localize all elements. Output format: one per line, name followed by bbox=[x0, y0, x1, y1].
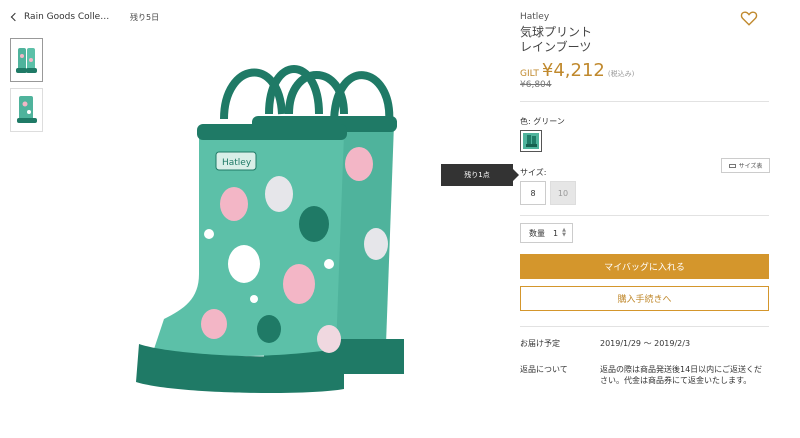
size-guide-label: サイズ表 bbox=[738, 163, 763, 170]
boots-side-thumbnail-icon bbox=[16, 96, 37, 123]
color-swatch-green[interactable] bbox=[520, 130, 542, 152]
thumbnail-1[interactable] bbox=[10, 38, 43, 82]
quantity-label: 数量 bbox=[529, 228, 545, 238]
size-options: 8 10 bbox=[520, 181, 580, 205]
boots-thumbnail-icon bbox=[15, 48, 37, 73]
price-row: GILT ¥4,212 (税込み) bbox=[520, 60, 634, 81]
thumbnail-list bbox=[10, 38, 43, 138]
size-option-8[interactable]: 8 bbox=[520, 181, 546, 205]
divider bbox=[520, 101, 769, 102]
back-link[interactable]: Rain Goods Collec... bbox=[24, 12, 110, 22]
thumbnail-2[interactable] bbox=[10, 88, 43, 132]
chevron-left-icon[interactable] bbox=[10, 12, 20, 22]
original-price: ¥6,804 bbox=[520, 80, 552, 90]
tax-note: (税込み) bbox=[607, 70, 635, 78]
delivery-value: 2019/1/29 〜 2019/2/3 bbox=[600, 339, 691, 348]
product-image: Hatley bbox=[136, 65, 404, 394]
brand-name[interactable]: Hatley bbox=[520, 12, 549, 22]
divider bbox=[520, 215, 769, 216]
stepper-icon: ▲ ▼ bbox=[562, 227, 566, 238]
delivery-row: お届け予定 2019/1/29 〜 2019/2/3 bbox=[520, 338, 769, 349]
divider bbox=[520, 326, 769, 327]
quantity-select[interactable]: 数量 1 ▲ ▼ bbox=[520, 223, 573, 243]
svg-text:Hatley: Hatley bbox=[222, 158, 252, 168]
heart-icon[interactable] bbox=[740, 9, 758, 27]
sale-price: ¥4,212 bbox=[541, 60, 605, 81]
product-name: 気球プリント レインブーツ bbox=[520, 25, 593, 54]
size-label: サイズ: bbox=[520, 168, 547, 177]
size-option-10[interactable]: 10 bbox=[550, 181, 576, 205]
sale-remaining-days: 残り5日 bbox=[130, 12, 160, 22]
boots-swatch-icon bbox=[526, 135, 537, 147]
color-label: 色: グリーン bbox=[520, 117, 565, 126]
returns-row: 返品について 返品の際は商品発送後14日以内にご返送ください。代金は商品券にて返… bbox=[520, 364, 769, 386]
ruler-icon bbox=[728, 163, 736, 168]
delivery-label: お届け予定 bbox=[520, 339, 560, 348]
returns-value: 返品の際は商品発送後14日以内にご返送ください。代金は商品券にて返金いたします。 bbox=[600, 365, 763, 385]
size-guide-button[interactable]: サイズ表 bbox=[721, 158, 770, 173]
returns-label: 返品について bbox=[520, 365, 568, 374]
add-to-bag-button[interactable]: マイバッグに入れる bbox=[520, 254, 769, 279]
product-panel: Hatley 気球プリント レインブーツ GILT ¥4,212 (税込み) ¥… bbox=[520, 0, 770, 438]
breadcrumb-bar: Rain Goods Collec... 残り5日 bbox=[10, 10, 159, 24]
low-stock-tooltip: 残り1点 bbox=[441, 164, 519, 186]
quantity-value: 1 bbox=[553, 228, 559, 238]
checkout-button[interactable]: 購入手続きへ bbox=[520, 286, 769, 311]
swatch-image bbox=[523, 133, 539, 149]
price-prefix: GILT bbox=[520, 69, 539, 79]
